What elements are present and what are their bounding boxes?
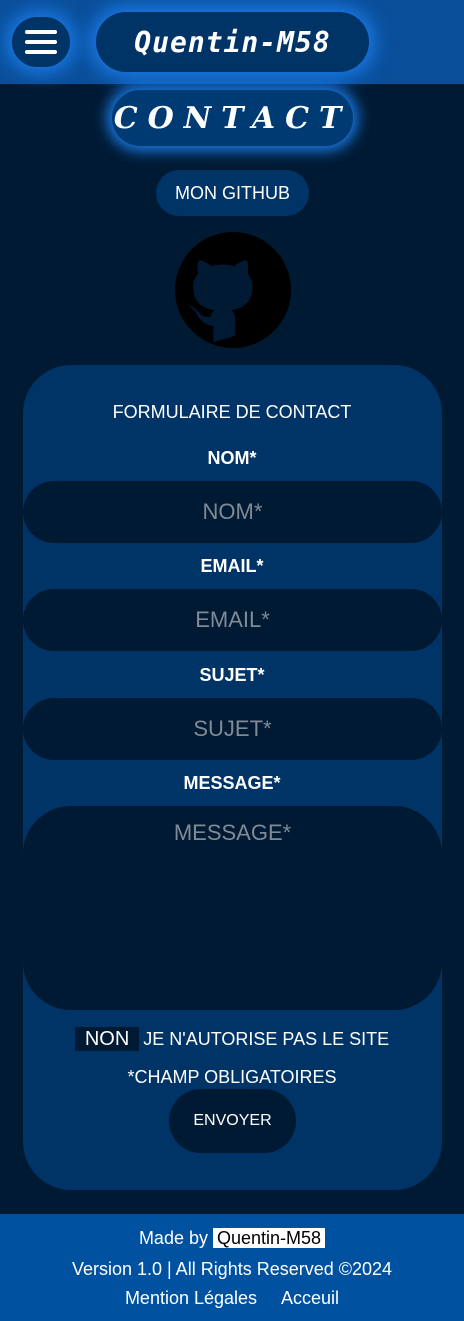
hamburger-icon[interactable]	[12, 17, 70, 67]
github-icon[interactable]	[175, 232, 291, 348]
consent-text: JE N'AUTORISE PAS LE SITE	[143, 1028, 390, 1049]
consent-toggle[interactable]: NON	[74, 1027, 140, 1051]
page-title: CONTACT	[112, 90, 353, 146]
menu-bar	[25, 30, 57, 34]
required-note: *CHAMP OBLIGATOIRES	[127, 1067, 337, 1087]
subject-label: SUJET*	[199, 665, 265, 685]
message-label: MESSAGE*	[183, 773, 281, 793]
made-by-text: Made by	[138, 1228, 208, 1248]
menu-bar	[25, 50, 57, 54]
version-text: Version 1.0 | All Rights Reserved ©2024	[71, 1259, 393, 1279]
author-badge: Quentin-M58	[213, 1228, 326, 1248]
send-button[interactable]: ENVOYER	[169, 1089, 296, 1153]
site-header: Quentin-M58	[0, 0, 464, 84]
made-by-line: Made by Quentin-M58	[0, 1228, 464, 1249]
footer-links: Mention Légales Acceuil	[0, 1288, 464, 1309]
form-title: FORMULAIRE DE CONTACT	[112, 402, 352, 422]
message-field[interactable]: MESSAGE*	[23, 806, 442, 1010]
subject-field[interactable]: SUJET*	[23, 698, 442, 760]
consent-row: NON JE N'AUTORISE PAS LE SITE	[0, 1027, 464, 1051]
site-footer: Made by Quentin-M58 Version 1.0 | All Ri…	[0, 1214, 464, 1321]
email-field[interactable]: EMAIL*	[23, 589, 442, 651]
menu-bar	[25, 40, 57, 44]
home-link[interactable]: Acceuil	[281, 1288, 339, 1309]
legal-link[interactable]: Mention Légales	[125, 1288, 257, 1309]
email-label: EMAIL*	[200, 556, 264, 576]
github-link[interactable]: MON GITHUB	[156, 170, 309, 216]
brand-logo[interactable]: Quentin-M58	[96, 12, 369, 72]
name-field[interactable]: NOM*	[23, 481, 442, 543]
name-label: NOM*	[207, 448, 257, 468]
